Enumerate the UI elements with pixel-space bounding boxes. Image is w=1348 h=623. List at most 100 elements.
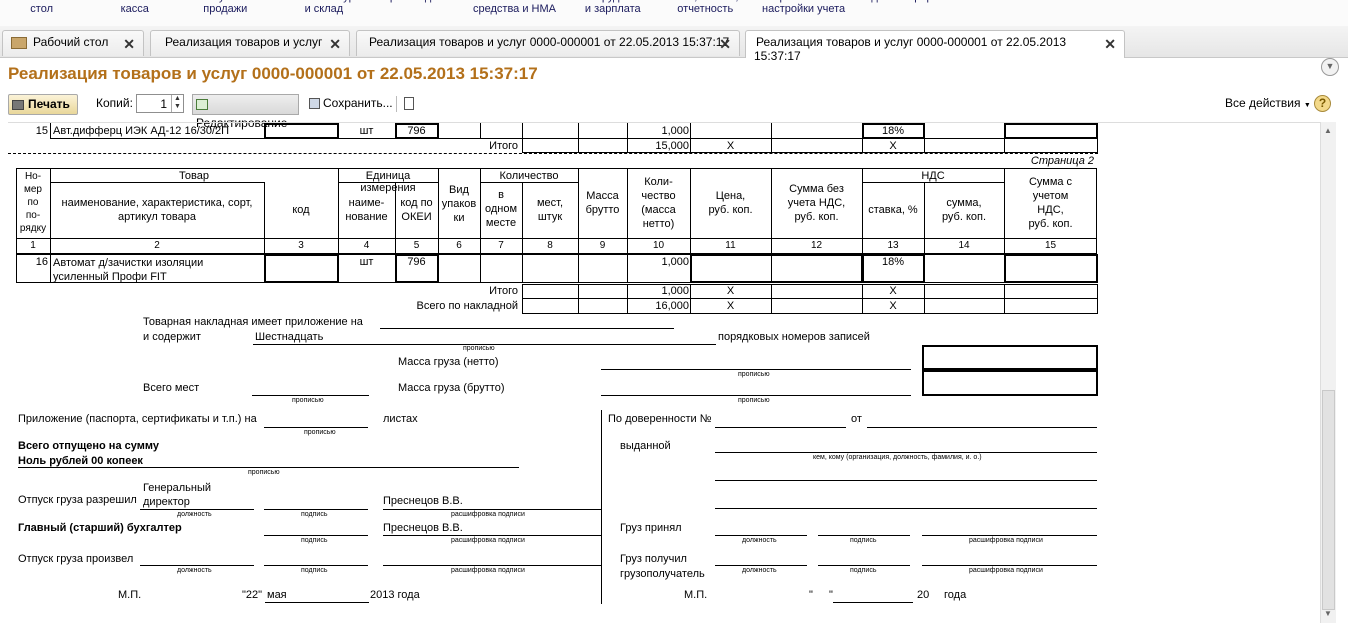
form-text: X — [889, 140, 897, 152]
all-actions-menu[interactable]: Все действия ▼ — [1225, 94, 1311, 115]
form-line — [50, 182, 264, 183]
form-text: ставка, % — [868, 204, 918, 216]
menu-section[interactable]: Покупки ипродажи — [200, 0, 251, 15]
menu-section[interactable]: Рабочийстол — [20, 0, 63, 15]
menu-section[interactable]: Справочники инастройки учета — [762, 0, 845, 15]
form-line — [1004, 284, 1005, 314]
form-text: М.П. — [684, 589, 708, 601]
column-number: 11 — [725, 240, 736, 251]
form-cell — [522, 284, 1098, 314]
form-line — [867, 427, 1097, 428]
form-text: Масса брутто — [585, 190, 620, 216]
menu-section[interactable]: Банк икасса — [118, 0, 151, 15]
form-text: 1,000 — [661, 125, 689, 137]
page-number: Страница 2 — [1030, 155, 1094, 167]
tab-sales-print[interactable]: Реализация товаров и услуг 0000-000001 о… — [745, 30, 1125, 63]
form-text: По доверенности № — [608, 413, 712, 425]
form-line — [264, 565, 368, 566]
save-icon — [309, 98, 320, 110]
tab-sales-doc[interactable]: Реализация товаров и услуг 0000-000001 о… — [356, 30, 740, 56]
caption: подпись — [301, 537, 328, 544]
tab-label: Рабочий стол — [33, 35, 109, 49]
menu-section[interactable]: Основныесредства и НМА — [473, 0, 556, 15]
form-text: 18% — [881, 256, 905, 268]
form-line — [480, 254, 481, 283]
form-line — [715, 565, 807, 566]
form-text: "22" — [242, 589, 263, 601]
page-preview-icon — [404, 97, 414, 111]
print-label: Печать — [28, 97, 70, 111]
close-icon[interactable]: ✕ — [329, 36, 341, 53]
form-text: Единица измерения — [360, 170, 416, 194]
edit-toggle[interactable]: Редактирование — [192, 94, 299, 130]
column-number: 7 — [498, 240, 504, 251]
tab-desktop[interactable]: Рабочий стол ✕ — [2, 30, 144, 56]
column-number: 13 — [887, 240, 899, 251]
form-line — [522, 298, 1098, 299]
form-line — [522, 254, 523, 283]
form-text: Главный (старший) бухгалтер — [18, 522, 182, 534]
form-text: X — [889, 285, 897, 297]
form-text: наименование, характеристика, сорт, арти… — [61, 197, 253, 223]
form-line — [383, 535, 601, 536]
form-line — [924, 138, 925, 153]
form-text: наиме- нование — [345, 197, 388, 223]
form-text: Товар — [179, 170, 209, 182]
form-text: Вид упаков ки — [441, 184, 477, 224]
form-text: сумма, руб. коп. — [941, 197, 987, 223]
form-line — [862, 182, 1004, 183]
menu-section[interactable]: Администрирование — [864, 0, 969, 3]
form-line — [818, 535, 910, 536]
scroll-down-icon[interactable]: ▼ — [1324, 609, 1332, 618]
close-icon[interactable]: ✕ — [1104, 36, 1116, 53]
tab-bar: Рабочий стол ✕ Реализация товаров и услу… — [0, 26, 1348, 76]
document-area: 15 Авт.дифферц ИЭК АД-12 16/30/2П шт 796 1,0… — [8, 122, 1320, 623]
form-text: шт — [359, 256, 374, 268]
form-text: Отпуск груза разрешил — [18, 494, 137, 506]
help-icon[interactable]: ? — [1314, 95, 1331, 112]
menu-section[interactable]: Сотрудникии зарплата — [583, 0, 643, 15]
form-line — [922, 535, 1097, 536]
column-number: 8 — [547, 240, 553, 251]
preview-button[interactable] — [404, 94, 414, 115]
caption: расшифровка подписи — [969, 567, 1043, 574]
column-number: 1 — [30, 240, 36, 251]
column-number: 14 — [958, 240, 970, 251]
form-cell — [1004, 123, 1098, 139]
form-text: X — [726, 285, 735, 297]
form-cell — [264, 254, 339, 283]
menu-section[interactable]: Учет, налоги,отчетность — [672, 0, 738, 15]
form-text: 1,000 — [661, 285, 689, 297]
menu-section[interactable]: Номенклатураи склад — [287, 0, 361, 15]
form-text: код — [292, 204, 310, 216]
scroll-up-icon[interactable]: ▲ — [1324, 126, 1332, 135]
close-icon[interactable]: ✕ — [123, 36, 135, 53]
scroll-thumb[interactable] — [1322, 390, 1335, 610]
form-line — [578, 138, 579, 153]
all-actions-label: Все действия — [1225, 96, 1301, 110]
form-text: Приложение (паспорта, сертификаты и т.п.… — [18, 413, 257, 425]
vertical-scrollbar[interactable]: ▲ ▼ — [1320, 122, 1336, 623]
caption: подпись — [850, 567, 877, 574]
copies-stepper[interactable]: ▲ ▼ — [171, 95, 183, 112]
form-line — [50, 123, 51, 139]
form-text: в одном месте — [484, 189, 518, 229]
save-button[interactable]: Сохранить... — [309, 94, 393, 115]
form-text: 18% — [881, 125, 905, 137]
close-icon[interactable]: ✕ — [719, 36, 731, 53]
form-text: Итого — [489, 285, 518, 297]
page-title: Реализация товаров и услуг 0000-000001 о… — [8, 64, 538, 83]
column-number: 4 — [363, 240, 370, 251]
menu-section[interactable]: Производство — [382, 0, 454, 3]
form-text: Авт.дифферц ИЭК АД-12 16/30/2П — [53, 125, 230, 137]
form-text: Товарная накладная имеет приложение на — [143, 316, 363, 328]
tab-sales-list[interactable]: Реализация товаров и услуг ✕ — [150, 30, 350, 56]
form-text: 15 — [35, 125, 48, 137]
chevron-down-icon[interactable]: ▼ — [1321, 58, 1339, 76]
form-line — [771, 138, 772, 153]
form-line — [264, 535, 368, 536]
menu-section-line1: Производство — [382, 0, 454, 3]
form-text: Всего мест — [143, 382, 200, 394]
caption: расшифровка подписи — [969, 537, 1043, 544]
print-button[interactable]: Печать — [8, 94, 78, 115]
